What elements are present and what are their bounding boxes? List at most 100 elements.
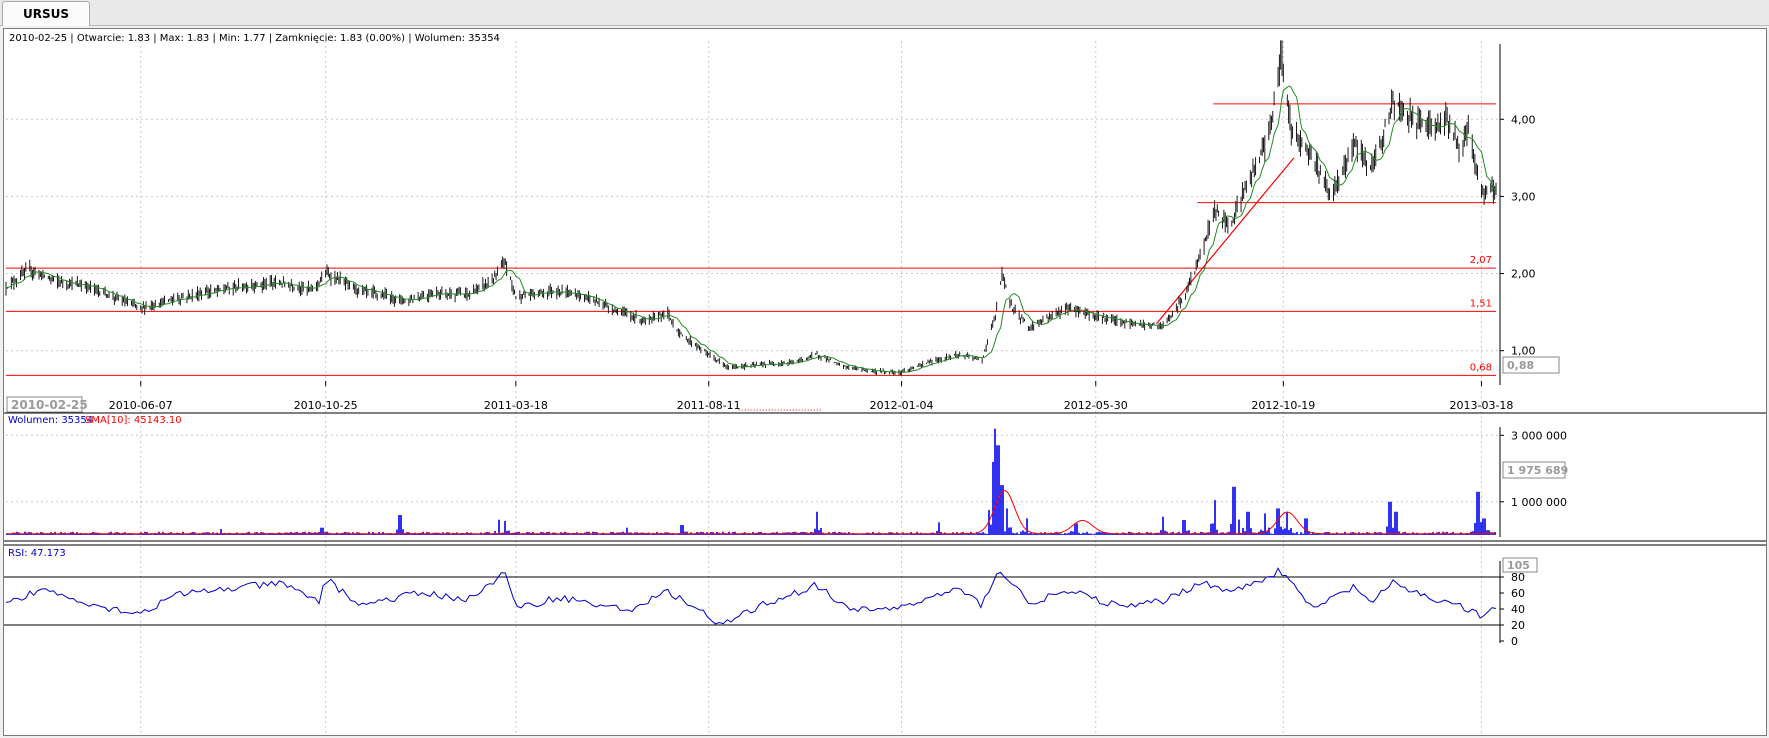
tab-ursus[interactable]: URSUS	[2, 1, 91, 26]
volume-bar	[990, 524, 992, 535]
volume-bar	[1300, 532, 1302, 535]
x-axis-label: 2011-03-18	[484, 399, 548, 412]
volume-bar	[974, 534, 976, 535]
volume-bar	[1346, 534, 1348, 535]
rsi-tick-label: 20	[1511, 619, 1525, 632]
volume-bar	[676, 534, 678, 535]
x-axis-label: 2012-10-19	[1251, 399, 1315, 412]
volume-bar	[1068, 532, 1070, 535]
volume-panel[interactable]: 1 000 000 3 000 000	[6, 428, 1567, 535]
volume-bar	[590, 534, 592, 535]
volume-bar	[982, 532, 984, 535]
volume-bar	[998, 445, 1000, 535]
chart-area[interactable]: 1,00 2,00 3,00 4,00 2,07 1,51 0,68 2010-06-07 20…	[3, 28, 1767, 736]
volume-bar	[472, 534, 474, 535]
volume-bar	[1004, 531, 1006, 535]
chart-svg[interactable]: 1,00 2,00 3,00 4,00 2,07 1,51 0,68 2010-06-07 20…	[4, 29, 1766, 735]
volume-bar	[1286, 511, 1288, 535]
volume-bar	[1014, 533, 1016, 535]
price-tick-label: 3,00	[1511, 190, 1536, 203]
rsi-legend: RSI: 47.173	[8, 548, 66, 559]
volume-bar	[766, 534, 768, 535]
volume-bar	[1010, 527, 1012, 535]
volume-bar	[1296, 531, 1298, 535]
x-axis-label: 2013-03-18	[1450, 399, 1514, 412]
price-tick-label: 1,00	[1511, 345, 1536, 358]
volume-bar	[1046, 534, 1048, 535]
volume-bar	[1394, 511, 1396, 535]
volume-bar	[1310, 533, 1312, 535]
volume-bar	[1188, 530, 1190, 535]
volume-bar	[714, 534, 716, 535]
volume-bar	[498, 519, 500, 535]
rsi-cursor-box: 105	[1502, 557, 1538, 573]
volume-bar	[1086, 531, 1088, 535]
rsi-panel[interactable]: 0 20 40 60 80	[4, 567, 1525, 648]
volume-bar	[1410, 534, 1412, 535]
volume-bar	[826, 534, 828, 535]
volume-bar	[1320, 534, 1322, 535]
volume-bar	[992, 461, 994, 535]
volume-bar	[1152, 534, 1154, 535]
volume-bar	[550, 534, 552, 535]
volume-bar	[1032, 533, 1034, 535]
cursor-date-label: 2010-02-25	[11, 398, 88, 412]
volume-bar	[1160, 530, 1162, 535]
volume-bar	[972, 534, 974, 535]
volume-bar	[424, 534, 426, 535]
volume-bar	[450, 534, 452, 535]
volume-bar	[1042, 534, 1044, 535]
volume-bar	[858, 534, 860, 535]
volume-tick-label: 3 000 000	[1511, 429, 1567, 442]
volume-bar	[1266, 531, 1268, 535]
volume-bar	[398, 515, 400, 535]
volume-bar	[674, 534, 676, 535]
volume-bar	[1162, 516, 1164, 535]
trend-line[interactable]	[1156, 157, 1295, 325]
volume-bar	[1232, 486, 1234, 535]
volume-bar	[56, 534, 58, 535]
volume-bar	[1028, 533, 1030, 535]
volume-bar	[1482, 518, 1484, 535]
volume-bar	[650, 534, 652, 535]
volume-bar	[266, 534, 268, 535]
volume-bar	[1090, 533, 1092, 535]
price-cursor-box: 0,88	[1502, 356, 1560, 374]
volume-bar	[1012, 532, 1014, 535]
volume-bar	[1018, 533, 1020, 535]
volume-bar	[1248, 511, 1250, 535]
volume-bar	[1016, 532, 1018, 535]
volume-bar	[1388, 501, 1390, 535]
volume-bar	[1370, 534, 1372, 535]
volume-tick-label: 1 000 000	[1511, 496, 1567, 509]
volume-bar	[1076, 523, 1078, 535]
volume-bar	[1238, 519, 1240, 535]
volume-bar	[106, 534, 108, 535]
volume-bar	[1302, 533, 1304, 535]
volume-bar	[482, 534, 484, 535]
price-panel[interactable]: 1,00 2,00 3,00 4,00 2,07 1,51 0,68 2010-06-07 20…	[5, 40, 1536, 412]
volume-bar	[1314, 533, 1316, 535]
volume-bar	[1474, 522, 1476, 535]
volume-bar	[1022, 530, 1024, 535]
volume-bar	[1066, 533, 1068, 535]
volume-sma-line	[7, 489, 1495, 535]
x-axis-label: 2012-05-30	[1064, 399, 1128, 412]
volume-bar	[750, 534, 752, 535]
volume-bar	[1062, 534, 1064, 535]
volume-bar	[984, 533, 986, 535]
volume-cursor-box: 1 975 689	[1502, 461, 1568, 479]
volume-bar	[1472, 531, 1474, 535]
volume-bar	[1260, 529, 1262, 535]
volume-bar	[1144, 534, 1146, 535]
volume-bar	[860, 534, 862, 535]
volume-bar	[598, 534, 600, 535]
volume-bar	[1096, 532, 1098, 535]
volume-bar	[1272, 533, 1274, 535]
volume-bar	[904, 534, 906, 535]
volume-bar	[1284, 528, 1286, 535]
volume-bar	[1094, 533, 1096, 535]
volume-bar	[1246, 511, 1248, 535]
tab-bar: URSUS	[0, 0, 1769, 26]
ohlc-info-line: 2010-02-25 | Otwarcie: 1.83 | Max: 1.83 …	[9, 33, 500, 44]
